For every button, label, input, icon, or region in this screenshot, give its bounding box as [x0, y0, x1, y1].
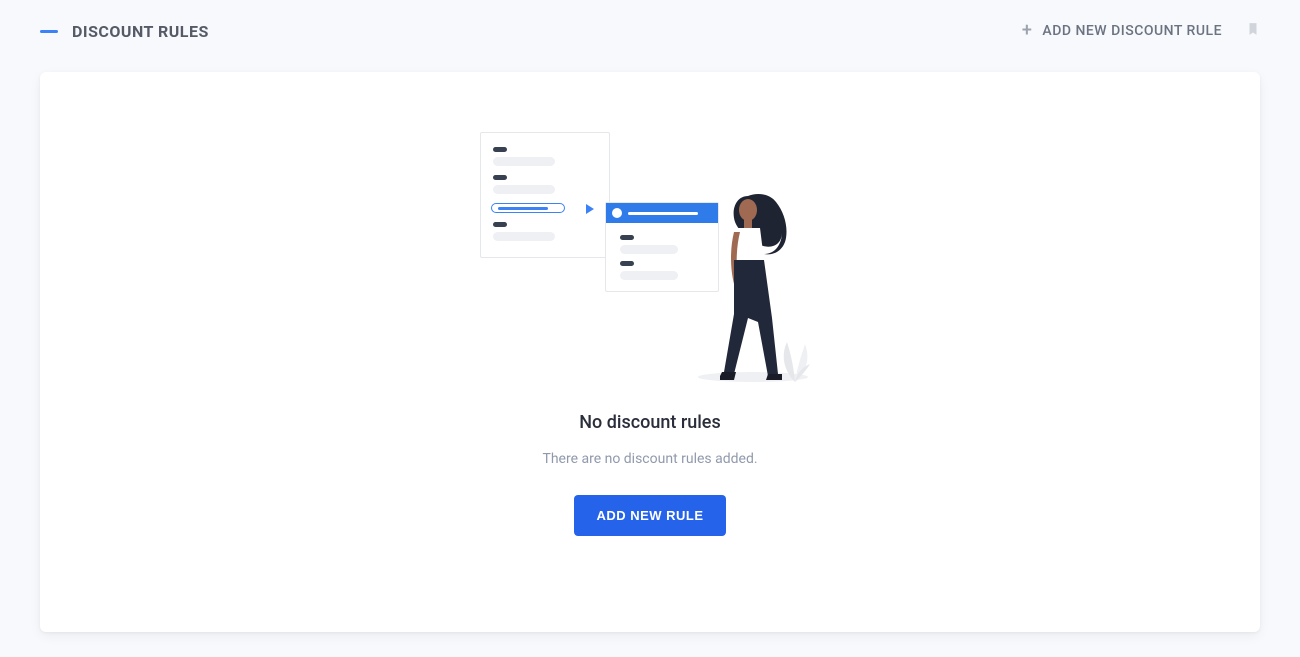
add-discount-rule-button[interactable]: + ADD NEW DISCOUNT RULE: [1022, 22, 1222, 40]
plus-icon: +: [1022, 22, 1033, 40]
bookmark-icon[interactable]: [1246, 20, 1260, 42]
title-accent-dash: [40, 30, 58, 33]
add-discount-rule-label: ADD NEW DISCOUNT RULE: [1042, 23, 1222, 39]
page-header: DISCOUNT RULES + ADD NEW DISCOUNT RULE: [0, 0, 1300, 62]
content-card: No discount rules There are no discount …: [40, 72, 1260, 632]
illustration-person: [720, 188, 810, 388]
empty-state-title: No discount rules: [579, 412, 720, 433]
illustration-card-right: [605, 202, 719, 292]
empty-state-subtitle: There are no discount rules added.: [542, 451, 757, 467]
page-title-wrap: DISCOUNT RULES: [40, 22, 209, 41]
illustration-card-left: [480, 132, 610, 258]
page-title: DISCOUNT RULES: [72, 22, 209, 41]
header-actions: + ADD NEW DISCOUNT RULE: [1022, 20, 1260, 42]
illustration-arrow-icon: [586, 204, 594, 214]
empty-state-illustration: [480, 132, 820, 382]
add-new-rule-button[interactable]: ADD NEW RULE: [574, 495, 725, 536]
